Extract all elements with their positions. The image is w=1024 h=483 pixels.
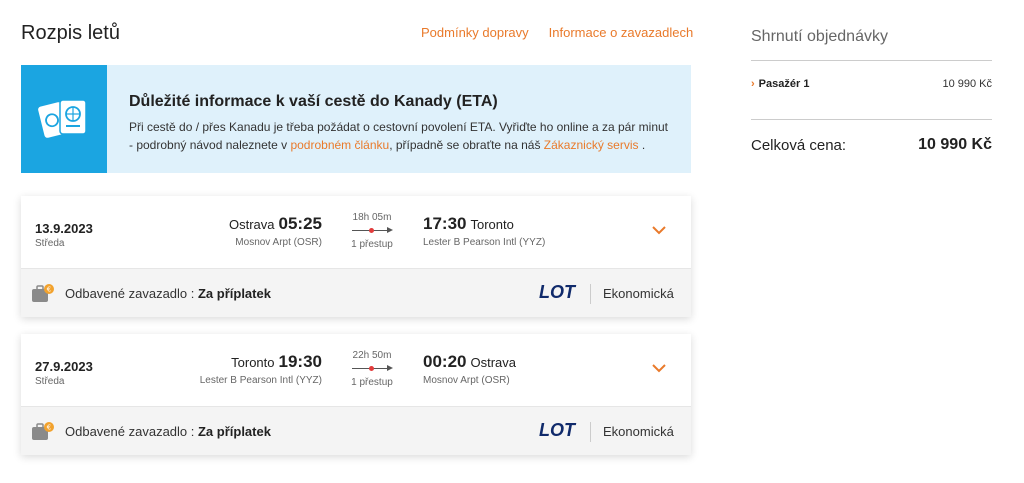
flight-details-bar: € Odbavené zavazadlo : Za příplatek LOT … (21, 268, 691, 317)
flight-duration: 22h 50m 1 přestup (349, 350, 395, 388)
departure-time: 19:30 (278, 352, 322, 371)
chevron-right-icon: › (751, 78, 755, 90)
route-arrow-icon (349, 225, 395, 237)
stops-text: 1 přestup (351, 377, 393, 388)
flight-day: Středa (35, 376, 65, 387)
flight-details-bar: € Odbavené zavazadlo : Za příplatek LOT … (21, 406, 691, 455)
departure-airport: Mosnov Arpt (OSR) (235, 237, 322, 248)
eta-text-2: , případně se obraťte na náš (389, 138, 544, 152)
customer-service-link[interactable]: Zákaznický servis (544, 138, 639, 152)
chevron-down-icon[interactable] (651, 224, 667, 236)
lot-airline-logo: LOT (539, 420, 577, 440)
transport-conditions-link[interactable]: Podmínky dopravy (421, 25, 529, 40)
departure-city: Toronto (231, 355, 275, 370)
order-summary-title: Shrnutí objednávky (751, 28, 888, 45)
arrival-time: 17:30 (423, 214, 467, 233)
arrival-city: Ostrava (470, 355, 516, 370)
passenger-amount: 10 990 Kč (942, 78, 992, 90)
airline-name: LOT (539, 282, 577, 302)
passport-icon (38, 99, 87, 138)
passenger-label: Pasažér 1 (758, 78, 810, 90)
departure-airport: Lester B Pearson Intl (YYZ) (199, 375, 322, 386)
duration-text: 18h 05m (352, 212, 392, 223)
page-title: Rozpis letů (21, 22, 120, 44)
svg-text:€: € (47, 424, 51, 432)
eta-info-text: Při cestě do / přes Kanadu je třeba požá… (129, 118, 674, 154)
departure: Toronto 19:30 Lester B Pearson Intl (YYZ) (200, 352, 322, 386)
info-icon-panel (21, 65, 107, 173)
baggage-label: Odbavené zavazadlo : (65, 424, 198, 439)
flight-date: 13.9.2023 (35, 221, 93, 236)
chevron-down-icon[interactable] (651, 362, 667, 374)
passenger-row[interactable]: › Pasažér 1 10 990 Kč (751, 78, 992, 94)
flight-summary-row[interactable]: 13.9.2023 Středa Ostrava 05:25 Mosnov Arp… (21, 196, 691, 268)
arrival-airport: Mosnov Arpt (OSR) (423, 375, 510, 386)
divider (590, 422, 591, 442)
paid-baggage-icon: € (32, 284, 54, 302)
baggage-info: Odbavené zavazadlo : Za příplatek (65, 424, 271, 439)
route-arrow-icon (349, 363, 395, 375)
eta-info-title: Důležité informace k vaší cestě do Kanad… (129, 93, 498, 110)
flight-card-outbound: 13.9.2023 Středa Ostrava 05:25 Mosnov Arp… (21, 196, 691, 317)
flight-duration: 18h 05m 1 přestup (349, 212, 395, 250)
eta-info-box: Důležité informace k vaší cestě do Kanad… (21, 65, 691, 173)
divider (590, 284, 591, 304)
arrival-city: Toronto (470, 217, 514, 232)
departure-time: 05:25 (278, 214, 322, 233)
arrival-time: 00:20 (423, 352, 467, 371)
departure-city: Ostrava (229, 217, 275, 232)
duration-text: 22h 50m (352, 350, 392, 361)
cabin-class: Ekonomická (603, 286, 674, 301)
baggage-info: Odbavené zavazadlo : Za příplatek (65, 286, 271, 301)
flight-card-return: 27.9.2023 Středa Toronto 19:30 Lester B P… (21, 334, 691, 455)
arrival-airport: Lester B Pearson Intl (YYZ) (423, 237, 546, 248)
departure: Ostrava 05:25 Mosnov Arpt (OSR) (229, 214, 322, 248)
cabin-class: Ekonomická (603, 424, 674, 439)
paid-baggage-icon: € (32, 422, 54, 440)
flight-day: Středa (35, 238, 65, 249)
divider (751, 119, 992, 120)
arrival: 00:20 Ostrava Mosnov Arpt (OSR) (423, 352, 516, 386)
arrival: 17:30 Toronto Lester B Pearson Intl (YYZ) (423, 214, 545, 248)
total-price-amount: 10 990 Kč (918, 136, 992, 153)
flight-date: 27.9.2023 (35, 359, 93, 374)
divider (751, 60, 992, 61)
detailed-article-link[interactable]: podrobném článku (290, 138, 389, 152)
baggage-label: Odbavené zavazadlo : (65, 286, 198, 301)
baggage-value: Za příplatek (197, 286, 271, 301)
baggage-info-link[interactable]: Informace o zavazadlech (549, 25, 694, 40)
baggage-value: Za příplatek (197, 424, 271, 439)
svg-text:€: € (47, 286, 51, 294)
stops-text: 1 přestup (351, 239, 393, 250)
total-price-label: Celková cena: (751, 137, 847, 154)
airline-name: LOT (539, 420, 577, 440)
lot-airline-logo: LOT (539, 282, 577, 302)
eta-text-3: . (638, 138, 646, 152)
top-links: Podmínky dopravy Informace o zavazadlech (421, 25, 693, 40)
flight-summary-row[interactable]: 27.9.2023 Středa Toronto 19:30 Lester B P… (21, 334, 691, 406)
